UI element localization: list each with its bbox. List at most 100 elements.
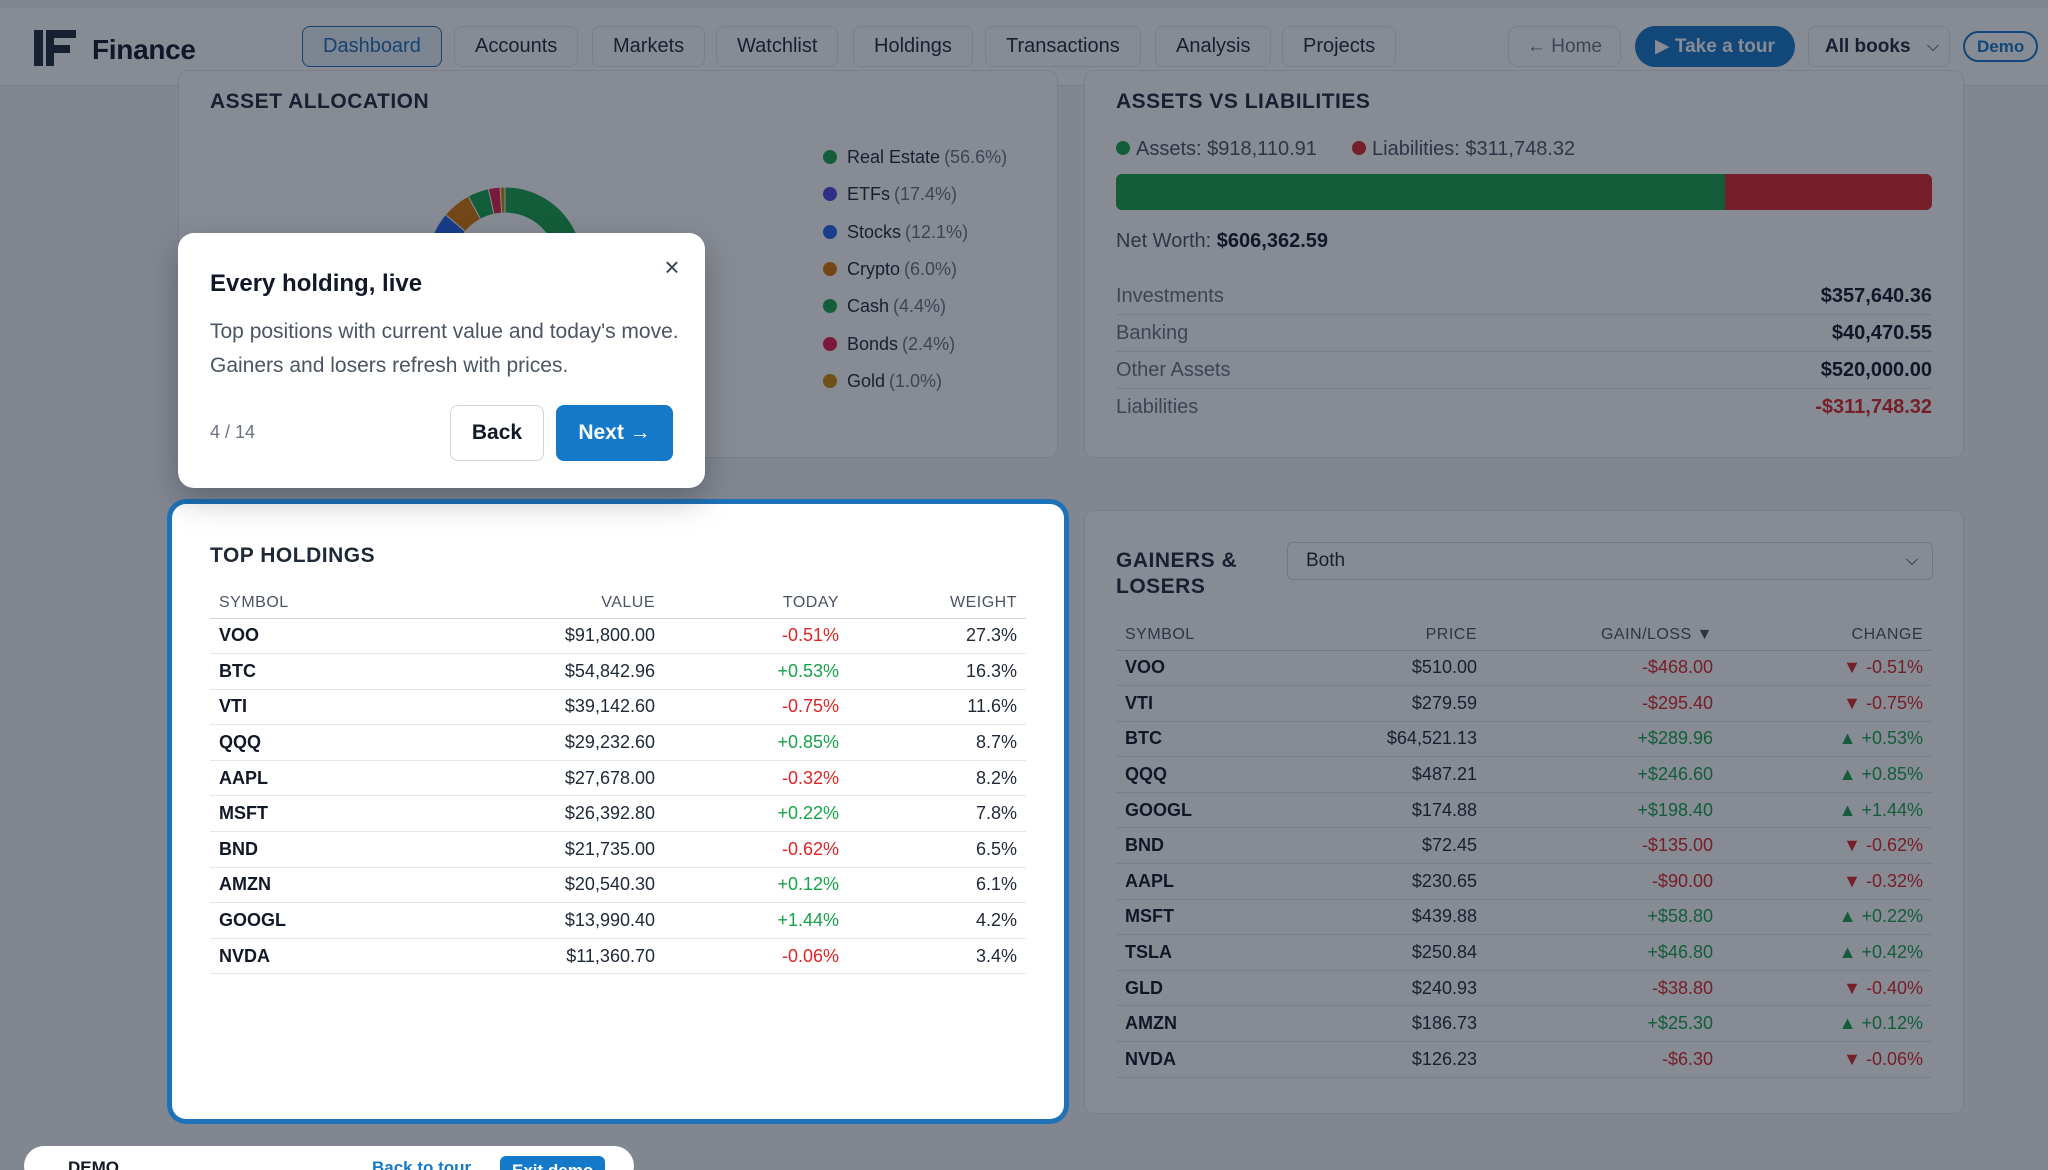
holding-symbol: AMZN <box>210 867 400 904</box>
table-row[interactable]: NVDA $11,360.70 -0.06% 3.4% <box>210 938 1026 975</box>
table-row[interactable]: VTI $39,142.60 -0.75% 11.6% <box>210 689 1026 726</box>
table-row[interactable]: AMZN $20,540.30 +0.12% 6.1% <box>210 867 1026 904</box>
tab-transactions[interactable]: Transactions <box>985 26 1141 67</box>
demo-strip-text: DEMO <box>68 1158 119 1170</box>
close-icon[interactable]: × <box>656 251 688 283</box>
tab-dashboard[interactable]: Dashboard <box>302 26 442 67</box>
gl-symbol: AMZN <box>1116 1005 1286 1043</box>
legend-item: ETFs (17.4%) <box>823 181 957 207</box>
col-gain-loss[interactable]: GAIN/LOSS ▼ <box>1486 620 1722 651</box>
al-row-value: $520,000.00 <box>1820 359 1932 381</box>
table-row[interactable]: TSLA $250.84 +$46.80 ▲ +0.42% <box>1116 934 1932 971</box>
gl-change: ▼ -0.40% <box>1722 970 1932 1007</box>
gl-price: $230.65 <box>1286 863 1486 900</box>
holding-value: $21,735.00 <box>400 831 664 868</box>
table-row[interactable]: BTC $54,842.96 +0.53% 16.3% <box>210 653 1026 690</box>
table-row[interactable]: AAPL $27,678.00 -0.32% 8.2% <box>210 760 1026 797</box>
table-row[interactable]: BND $72.45 -$135.00 ▼ -0.62% <box>1116 827 1932 865</box>
tab-watchlist[interactable]: Watchlist <box>716 26 839 67</box>
finance-logo-icon <box>34 30 76 66</box>
al-row-label: Banking <box>1116 322 1189 344</box>
home-button[interactable]: ← Home <box>1508 26 1621 67</box>
tab-accounts[interactable]: Accounts <box>454 26 579 67</box>
legend-label: Crypto <box>847 258 901 279</box>
table-row[interactable]: VTI $279.59 -$295.40 ▼ -0.75% <box>1116 685 1932 722</box>
legend-dot-icon <box>823 150 837 164</box>
gl-gain-loss: +$46.80 <box>1486 934 1722 971</box>
gl-change: ▲ +0.12% <box>1722 1005 1932 1043</box>
table-row[interactable]: MSFT $26,392.80 +0.22% 7.8% <box>210 795 1026 833</box>
gl-gain-loss: +$58.80 <box>1486 899 1722 936</box>
legend-item: Real Estate (56.6%) <box>823 144 1007 170</box>
chevron-down-icon: ⌵ <box>1905 552 1918 569</box>
table-row[interactable]: MSFT $439.88 +$58.80 ▲ +0.22% <box>1116 899 1932 936</box>
net-worth-label: Net Worth: <box>1116 230 1212 252</box>
table-row[interactable]: BTC $64,521.13 +$289.96 ▲ +0.53% <box>1116 721 1932 758</box>
gainers-losers-filter-select[interactable]: Both ⌵ <box>1287 542 1933 580</box>
table-row[interactable]: VOO $510.00 -$468.00 ▼ -0.51% <box>1116 650 1932 687</box>
legend-dot-icon <box>823 187 837 202</box>
legend-item: Bonds (2.4%) <box>823 331 955 357</box>
legend-pct: (6.0%) <box>904 258 958 279</box>
al-row-value: $40,470.55 <box>1831 322 1932 344</box>
holding-symbol: BTC <box>210 653 400 690</box>
table-row[interactable]: NVDA $126.23 -$6.30 ▼ -0.06% <box>1116 1041 1932 1078</box>
table-row[interactable]: BND $21,735.00 -0.62% 6.5% <box>210 831 1026 868</box>
gl-symbol: MSFT <box>1116 899 1286 936</box>
chevron-down-icon: ⌵ <box>1926 38 1939 55</box>
gl-symbol: GOOGL <box>1116 792 1286 829</box>
holding-symbol: MSFT <box>210 795 400 833</box>
gl-price: $126.23 <box>1286 1041 1486 1078</box>
col-weight: WEIGHT <box>848 588 1026 619</box>
demo-badge[interactable]: Demo <box>1963 31 2039 62</box>
assets-bar-fill <box>1116 174 1726 210</box>
legend-dot-icon <box>823 373 837 388</box>
legend-pct: (4.4%) <box>893 296 947 317</box>
holding-today: +1.44% <box>664 902 848 939</box>
table-row[interactable]: GOOGL $174.88 +$198.40 ▲ +1.44% <box>1116 792 1932 829</box>
gl-gain-loss: +$246.60 <box>1486 756 1722 793</box>
tab-projects[interactable]: Projects <box>1282 26 1397 67</box>
holding-weight: 7.8% <box>848 795 1026 833</box>
holding-value: $39,142.60 <box>400 689 664 726</box>
tab-markets[interactable]: Markets <box>592 26 706 67</box>
table-row[interactable]: VOO $91,800.00 -0.51% 27.3% <box>210 618 1026 655</box>
tour-popover: Every holding, live × Top positions with… <box>178 233 705 488</box>
col-today: TODAY <box>664 588 848 619</box>
gl-change: ▼ -0.51% <box>1722 650 1932 687</box>
table-row[interactable]: AAPL $230.65 -$90.00 ▼ -0.32% <box>1116 863 1932 900</box>
next-button[interactable]: Next → <box>556 405 673 461</box>
gl-gain-loss: -$295.40 <box>1486 685 1722 722</box>
col-change: CHANGE <box>1722 620 1932 651</box>
gl-change: ▲ +0.53% <box>1722 721 1932 758</box>
exit-demo-button[interactable]: Exit demo <box>500 1156 606 1170</box>
table-row[interactable]: QQQ $29,232.60 +0.85% 8.7% <box>210 724 1026 761</box>
tab-holdings[interactable]: Holdings <box>853 26 973 67</box>
back-to-tour-link[interactable]: Back to tour <box>372 1158 471 1170</box>
liabilities-legend: Liabilities: $311,748.32 <box>1352 138 1575 161</box>
tab-analysis[interactable]: Analysis <box>1155 26 1272 67</box>
table-row[interactable]: AMZN $186.73 +$25.30 ▲ +0.12% <box>1116 1005 1932 1043</box>
al-row-label: Liabilities <box>1116 396 1199 418</box>
liabilities-label: Liabilities: $311,748.32 <box>1372 138 1576 160</box>
table-row[interactable]: GLD $240.93 -$38.80 ▼ -0.40% <box>1116 970 1932 1007</box>
gl-price: $72.45 <box>1286 827 1486 865</box>
gl-price: $186.73 <box>1286 1005 1486 1043</box>
holding-today: -0.75% <box>664 689 848 726</box>
asset-allocation-title: ASSET ALLOCATION <box>210 90 430 113</box>
legend-pct: (2.4%) <box>902 333 956 354</box>
al-row-label: Investments <box>1116 285 1224 307</box>
holding-value: $26,392.80 <box>400 795 664 833</box>
holding-today: -0.32% <box>664 760 848 797</box>
back-button[interactable]: Back <box>450 405 544 461</box>
table-row[interactable]: QQQ $487.21 +$246.60 ▲ +0.85% <box>1116 756 1932 793</box>
table-row[interactable]: GOOGL $13,990.40 +1.44% 4.2% <box>210 902 1026 939</box>
legend-label: Bonds <box>847 333 899 354</box>
take-tour-button[interactable]: ▶ Take a tour <box>1635 26 1795 67</box>
legend-item: Stocks (12.1%) <box>823 219 968 245</box>
holding-weight: 6.5% <box>848 831 1026 868</box>
top-holdings-table: SYMBOL VALUE TODAY WEIGHT VOO $91,800.00-… <box>210 588 1026 975</box>
holding-symbol: BND <box>210 831 400 868</box>
gl-gain-loss: -$135.00 <box>1486 827 1722 865</box>
books-select[interactable]: All books ⌵ <box>1808 26 1950 67</box>
